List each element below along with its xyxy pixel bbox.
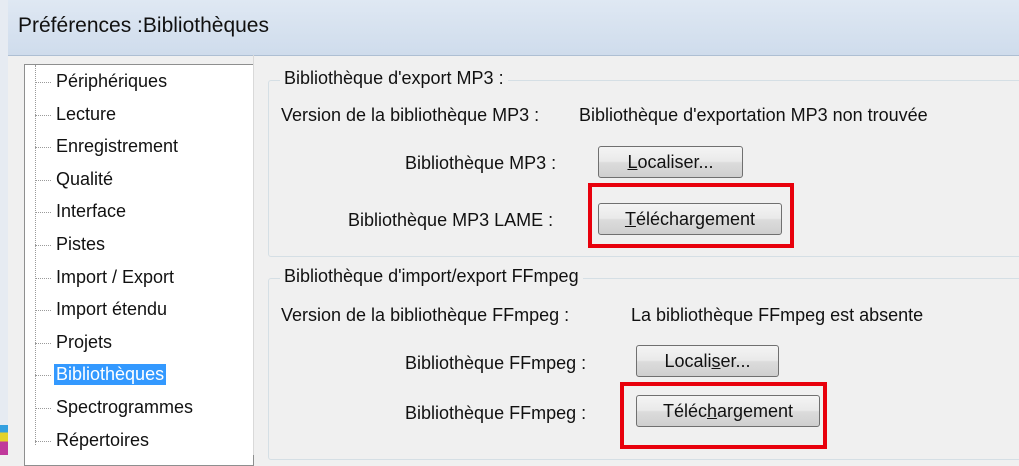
tree-connector-line [35,440,51,442]
preferences-category-tree[interactable]: Périphériques Lecture Enregistrement Qualit… [24,64,254,466]
tree-connector-line [35,179,51,181]
tree-connector-line [35,212,51,214]
tree-item-label: Import étendu [56,299,168,320]
tree-item-label: Pistes [56,234,106,254]
mp3-version-value: Bibliothèque d'exportation MP3 non trouv… [579,105,928,125]
mp3-group-title: Bibliothèque d'export MP3 : [280,68,508,89]
ffmpeg-group-title: Bibliothèque d'import/export FFmpeg [280,266,583,287]
ffmpeg-version-value: La bibliothèque FFmpeg est absente [631,305,924,325]
tree-connector-line [35,114,51,116]
tree-item[interactable]: Import étendu [25,297,251,325]
tree-connector-line [35,342,51,344]
background-window-edge [0,0,8,455]
tree-item-label: Spectrogrammes [56,397,194,417]
tree-item-label: Import / Export [56,266,175,287]
ffmpeg-library-label: Bibliothèque FFmpeg : [405,353,587,373]
tree-item-label: Répertoires [56,429,150,450]
tree-item-label: Qualité [56,168,114,189]
tree-item[interactable]: Périphériques [25,69,251,97]
tree-connector-line [35,408,51,409]
tree-item[interactable]: Lecture [25,102,251,130]
ffmpeg-locate-button[interactable]: Localiser... [636,345,779,377]
tree-item[interactable]: Qualité [25,167,251,195]
pane-separator [253,55,254,455]
mp3-library-label: Bibliothèque MP3 : [405,153,557,173]
tree-item-label: Périphériques [56,71,168,91]
window-title: Préférences :Bibliothèques [18,14,269,37]
mp3-download-highlight [588,183,794,248]
tree-item-label: Projets [56,331,113,352]
tree-connector-line [35,147,51,149]
tree-item-label: Lecture [56,103,117,124]
tree-connector-line [35,82,51,83]
ffmpeg-download-label: Bibliothèque FFmpeg : [405,403,587,423]
tree-item[interactable]: Répertoires [25,428,251,456]
tree-item[interactable]: Enregistrement [25,134,251,162]
background-color-strip [0,425,8,455]
title-bar: Préférences :Bibliothèques [8,0,1019,56]
tree-item[interactable]: Projets [25,330,251,358]
mp3-version-label: Version de la bibliothèque MP3 : [281,105,540,125]
mp3-lame-label: Bibliothèque MP3 LAME : [348,210,554,230]
tree-item[interactable]: Pistes [25,232,251,260]
tree-item[interactable]: Interface [25,199,251,227]
ffmpeg-download-highlight [620,382,827,449]
tree-item-label: Enregistrement [56,136,179,157]
mp3-locate-button[interactable]: Localiser... [598,146,743,178]
tree-connector-line [35,245,51,246]
tree-item[interactable]: Spectrogrammes [25,395,251,423]
ffmpeg-version-label: Version de la bibliothèque FFmpeg : [281,305,570,325]
tree-connector-line [35,277,51,279]
tree-item[interactable]: Import / Export [25,265,251,293]
tree-connector-line [35,375,51,377]
tree-item-label: Bibliothèques [54,364,167,386]
tree-item[interactable]: Bibliothèques [25,362,251,390]
tree-connector-line [35,310,51,312]
tree-item-label: Interface [56,201,127,222]
